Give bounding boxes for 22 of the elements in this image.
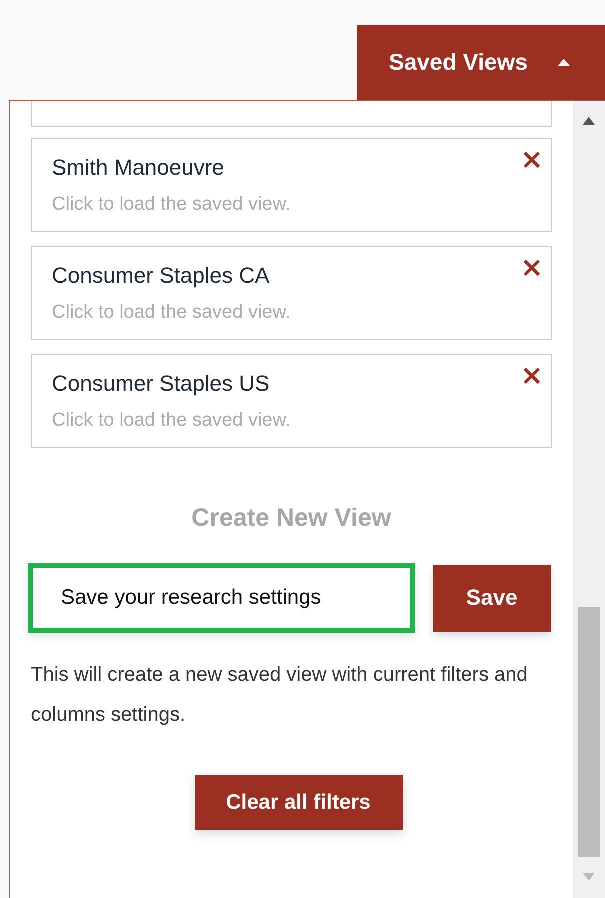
create-view-heading: Create New View: [192, 504, 392, 533]
view-name: Consumer Staples CA: [52, 263, 270, 289]
saved-view-card[interactable]: Consumer Staples CA Click to load the saved view.: [31, 246, 552, 340]
caret-icon: [558, 59, 570, 66]
scrollbar-thumb[interactable]: [578, 607, 600, 857]
view-hint: Click to load the saved view.: [52, 302, 291, 324]
clear-filters-button[interactable]: Clear all filters: [194, 775, 402, 830]
view-name: Consumer Staples US: [52, 371, 270, 397]
scrollbar[interactable]: [573, 101, 605, 898]
close-icon[interactable]: [523, 367, 541, 385]
close-icon[interactable]: [523, 259, 541, 277]
view-hint: Click to load the saved view.: [52, 410, 291, 432]
input-field[interactable]: Save your research settings: [28, 563, 415, 633]
view-name: Smith Manoeuvre: [52, 155, 224, 181]
close-icon[interactable]: [523, 151, 541, 169]
saved-view-card[interactable]: Consumer Staples US Click to load the saved view.: [31, 354, 552, 448]
saved-views-button[interactable]: Saved Views: [357, 25, 605, 100]
view-hint: Click to load the saved view.: [52, 194, 291, 216]
scroll-up-icon[interactable]: [583, 117, 595, 125]
saved-view-card[interactable]: Smith Manoeuvre Click to load the saved view.: [31, 138, 552, 232]
info-text: This will create a new saved view with current filters and columns settings.: [31, 663, 529, 728]
save-button[interactable]: Save: [433, 564, 551, 632]
